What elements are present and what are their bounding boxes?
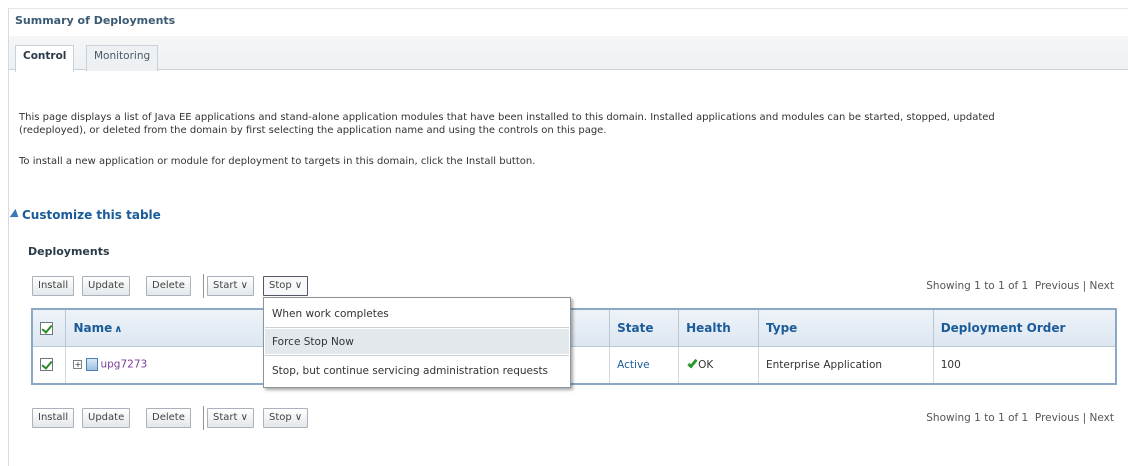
application-icon — [86, 358, 99, 372]
stop-label: Stop — [269, 412, 292, 423]
select-all-cell — [32, 309, 67, 346]
update-button[interactable]: Update — [82, 276, 131, 296]
top-toolbar: Install Update Delete Start ∨ Stop ∨ Sho… — [29, 272, 1128, 300]
app-name-link[interactable]: upg7273 — [100, 359, 147, 371]
health-cell: OK — [678, 345, 759, 384]
start-dropdown-button[interactable]: Start ∨ — [207, 276, 254, 296]
sort-icon[interactable]: ∧ — [114, 324, 122, 335]
chevron-down-icon: ∨ — [294, 412, 303, 423]
health-column-header[interactable]: Health — [678, 309, 759, 346]
select-all-checkbox[interactable] — [40, 321, 53, 335]
next-link[interactable]: Next — [1090, 412, 1114, 424]
table-header-row: Name ∧ State Health Type Deployment Order — [32, 309, 1117, 346]
pagination: Showing 1 to 1 of 1 Previous | Next — [926, 280, 1114, 292]
table-row: + upg7273 Active OK Enterprise Applicatio… — [32, 345, 1117, 384]
stop-dropdown-button-bottom[interactable]: Stop ∨ — [263, 408, 309, 428]
install-button[interactable]: Install — [32, 276, 75, 296]
tab-bar: Control Monitoring — [9, 36, 1128, 72]
expand-triangle-icon — [9, 208, 22, 222]
paging-divider: | — [1082, 280, 1087, 292]
start-label: Start — [213, 280, 238, 291]
deployment-order-column-header[interactable]: Deployment Order — [933, 309, 1117, 346]
chevron-down-icon: ∨ — [240, 412, 248, 423]
install-button-bottom[interactable]: Install — [32, 408, 75, 428]
expand-plus-icon[interactable]: + — [73, 360, 83, 370]
toolbar-divider — [203, 406, 204, 430]
start-label: Start — [213, 412, 238, 423]
install-instructions: To install a new application or module f… — [19, 156, 536, 167]
row-select-cell — [32, 345, 67, 384]
checkmark-icon — [687, 357, 698, 369]
menu-item-force-stop-now[interactable]: Force Stop Now — [265, 329, 569, 354]
chevron-down-icon: ∨ — [240, 280, 248, 291]
page-title: Summary of Deployments — [15, 14, 176, 27]
delete-button[interactable]: Delete — [146, 276, 191, 296]
previous-link[interactable]: Previous — [1035, 412, 1079, 424]
state-column-header[interactable]: State — [609, 309, 680, 346]
name-column-label: Name — [73, 320, 113, 335]
state-link[interactable]: Active — [617, 359, 649, 371]
previous-link[interactable]: Previous — [1035, 280, 1079, 292]
menu-item-when-work-completes[interactable]: When work completes — [265, 301, 569, 326]
row-checkbox[interactable] — [40, 358, 53, 372]
paging-divider: | — [1082, 412, 1087, 424]
menu-divider — [265, 355, 569, 356]
tab-control[interactable]: Control — [15, 45, 75, 72]
chevron-down-icon: ∨ — [294, 280, 303, 291]
deployments-section-title: Deployments — [28, 245, 110, 258]
stop-label: Stop — [269, 280, 292, 291]
health-value: OK — [698, 358, 714, 371]
stop-dropdown-button[interactable]: Stop ∨ — [263, 276, 309, 296]
delete-button-bottom[interactable]: Delete — [146, 408, 191, 428]
menu-item-stop-continue-admin[interactable]: Stop, but continue servicing administrat… — [265, 358, 569, 383]
stop-dropdown-menu: When work completes Force Stop Now Stop,… — [263, 297, 571, 388]
update-button-bottom[interactable]: Update — [82, 408, 131, 428]
paging-status: Showing 1 to 1 of 1 — [926, 280, 1029, 292]
start-dropdown-button-bottom[interactable]: Start ∨ — [207, 408, 254, 428]
deployment-order-cell: 100 — [933, 345, 1117, 384]
tab-monitoring[interactable]: Monitoring — [86, 45, 159, 71]
paging-status: Showing 1 to 1 of 1 — [926, 412, 1029, 424]
menu-divider — [265, 327, 569, 328]
state-cell: Active — [609, 345, 680, 384]
bottom-toolbar: Install Update Delete Start ∨ Stop ∨ Sho… — [29, 404, 1128, 432]
deployments-table: Name ∧ State Health Type Deployment Order… — [31, 308, 1117, 385]
deployments-panel — [8, 8, 1128, 466]
next-link[interactable]: Next — [1090, 280, 1114, 292]
description-text-2: (redeployed), or deleted from the domain… — [19, 125, 607, 136]
customize-table-link[interactable]: Customize this table — [9, 208, 161, 222]
toolbar-divider — [203, 274, 204, 298]
pagination-bottom: Showing 1 to 1 of 1 Previous | Next — [926, 412, 1114, 424]
customize-table-label: Customize this table — [22, 208, 161, 222]
type-column-header[interactable]: Type — [758, 309, 934, 346]
description-text: This page displays a list of Java EE app… — [19, 112, 995, 123]
type-cell: Enterprise Application — [758, 345, 934, 384]
